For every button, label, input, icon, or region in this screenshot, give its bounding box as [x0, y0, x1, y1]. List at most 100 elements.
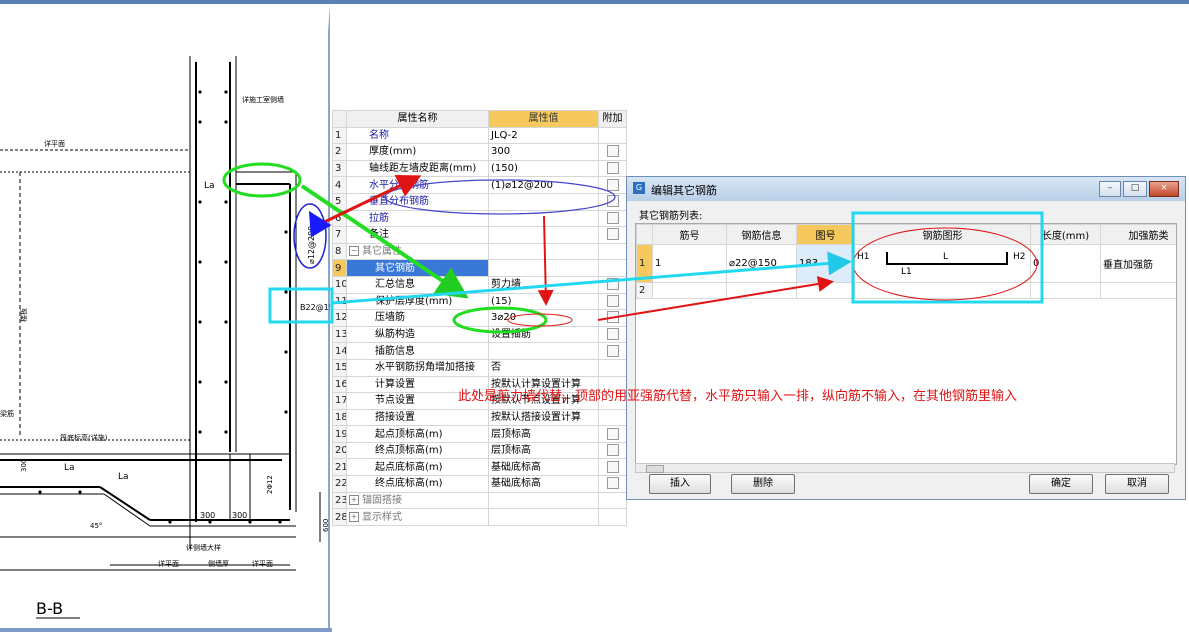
- property-extra-cell[interactable]: [598, 292, 627, 311]
- table-row[interactable]: 5 垂直分布钢筋: [332, 192, 627, 211]
- close-icon[interactable]: ×: [1149, 181, 1179, 197]
- property-value-cell[interactable]: 按默认搭接设置计算: [488, 408, 599, 427]
- table-row[interactable]: 2 厚度(mm) 300: [332, 143, 627, 161]
- checkbox[interactable]: [606, 344, 619, 357]
- delete-button[interactable]: 删除: [731, 474, 795, 494]
- cell-bar-shape[interactable]: [854, 282, 1031, 299]
- table-row[interactable]: 28 + 显示样式: [332, 508, 627, 526]
- checkbox[interactable]: [606, 311, 619, 324]
- table-row[interactable]: 14 插筋信息: [332, 342, 627, 360]
- expand-icon[interactable]: +: [349, 511, 359, 522]
- property-extra-cell[interactable]: [598, 491, 627, 510]
- property-extra-cell[interactable]: [598, 209, 627, 228]
- ok-button[interactable]: 确定: [1029, 474, 1093, 494]
- table-row[interactable]: 2: [636, 282, 1176, 299]
- cad-drawing-panel[interactable]: 详施工室侧墙 详平面 La B22@150 ⌀12@200 楼板 梁筋 筏底标高…: [0, 4, 330, 628]
- cell-bar-shape[interactable]: H1 L L1 H2: [854, 244, 1031, 283]
- property-extra-cell[interactable]: [598, 126, 627, 145]
- table-row[interactable]: 9 其它钢筋: [332, 259, 627, 277]
- property-value-cell[interactable]: 设置插筋: [488, 325, 599, 344]
- property-name-cell[interactable]: 其它钢筋: [346, 259, 489, 277]
- col-bar-no[interactable]: 筋号: [652, 224, 727, 245]
- table-row[interactable]: 3 轴线距左墙皮距离(mm) (150): [332, 159, 627, 178]
- property-value-cell[interactable]: 层顶标高: [488, 425, 599, 443]
- property-name-cell[interactable]: 垂直分布钢筋: [346, 192, 489, 211]
- property-name-cell[interactable]: 插筋信息: [346, 342, 489, 360]
- property-value-cell[interactable]: [488, 209, 599, 228]
- property-value-cell[interactable]: 基础底标高: [488, 458, 599, 477]
- cell-bar-no[interactable]: [652, 282, 727, 299]
- property-name-cell[interactable]: 起点底标高(m): [346, 458, 489, 477]
- checkbox[interactable]: [606, 278, 619, 291]
- property-name-cell[interactable]: + 显示样式: [346, 508, 489, 526]
- property-extra-cell[interactable]: [598, 358, 627, 377]
- property-name-cell[interactable]: 拉筋: [346, 209, 489, 228]
- table-row[interactable]: 4 水平分布钢筋 (1)⌀12@200: [332, 176, 627, 194]
- table-row[interactable]: 10 汇总信息 剪力墙: [332, 275, 627, 294]
- property-value-cell[interactable]: 剪力墙: [488, 275, 599, 294]
- cell-length[interactable]: [1030, 282, 1101, 299]
- property-value-cell[interactable]: [488, 491, 599, 510]
- cell-length[interactable]: 0: [1030, 244, 1101, 283]
- table-row[interactable]: 18 搭接设置 按默认搭接设置计算: [332, 408, 627, 427]
- property-extra-cell[interactable]: [598, 425, 627, 443]
- cell-fig-no[interactable]: 183: [796, 244, 855, 283]
- property-extra-cell[interactable]: [598, 475, 627, 493]
- property-extra-cell[interactable]: [598, 441, 627, 460]
- col-fig-no[interactable]: 图号: [796, 224, 855, 245]
- property-extra-cell[interactable]: [598, 143, 627, 161]
- property-extra-cell[interactable]: [598, 309, 627, 327]
- property-extra-cell[interactable]: [598, 325, 627, 344]
- property-name-cell[interactable]: 纵筋构造: [346, 325, 489, 344]
- insert-button[interactable]: 插入: [649, 474, 711, 494]
- table-row[interactable]: 8− 其它属性: [332, 242, 627, 261]
- property-value-cell[interactable]: 层顶标高: [488, 441, 599, 460]
- table-row[interactable]: 7 备注: [332, 226, 627, 244]
- checkbox[interactable]: [606, 211, 619, 224]
- cell-bar-info[interactable]: [726, 282, 797, 299]
- property-name-cell[interactable]: − 其它属性: [346, 242, 489, 261]
- horizontal-scrollbar[interactable]: [635, 463, 1175, 473]
- table-row[interactable]: 6 拉筋: [332, 209, 627, 228]
- property-extra-cell[interactable]: [598, 508, 627, 526]
- property-name-cell[interactable]: 汇总信息: [346, 275, 489, 294]
- table-row[interactable]: 15 水平钢筋拐角增加搭接否: [332, 358, 627, 377]
- property-extra-cell[interactable]: [598, 342, 627, 360]
- table-row[interactable]: 11 保护层厚度(mm) (15): [332, 292, 627, 311]
- cancel-button[interactable]: 取消: [1105, 474, 1169, 494]
- property-extra-cell[interactable]: [598, 458, 627, 477]
- col-bar-info[interactable]: 钢筋信息: [726, 224, 797, 245]
- checkbox[interactable]: [606, 178, 619, 191]
- property-name-cell[interactable]: 备注: [346, 226, 489, 244]
- property-name-cell[interactable]: 厚度(mm): [346, 143, 489, 161]
- property-value-cell[interactable]: [488, 226, 599, 244]
- checkbox[interactable]: [606, 477, 619, 490]
- table-row[interactable]: 1 名称 JLQ-2: [332, 126, 627, 145]
- property-extra-cell[interactable]: [598, 159, 627, 178]
- property-name-cell[interactable]: 压墙筋: [346, 309, 489, 327]
- checkbox[interactable]: [606, 427, 619, 440]
- cell-reinforce-type[interactable]: [1100, 282, 1176, 299]
- property-extra-cell[interactable]: [598, 242, 627, 261]
- expand-icon[interactable]: +: [349, 494, 359, 505]
- property-extra-cell[interactable]: [598, 192, 627, 211]
- checkbox[interactable]: [606, 162, 619, 175]
- property-extra-header[interactable]: 附加: [598, 110, 627, 128]
- table-row[interactable]: 12 压墙筋 3⌀20: [332, 309, 627, 327]
- property-name-cell[interactable]: 终点底标高(m): [346, 475, 489, 493]
- property-value-cell[interactable]: [488, 192, 599, 211]
- property-value-cell[interactable]: (1)⌀12@200: [488, 176, 599, 194]
- checkbox[interactable]: [606, 195, 619, 208]
- property-value-cell[interactable]: [488, 508, 599, 526]
- checkbox[interactable]: [606, 328, 619, 341]
- cell-bar-no[interactable]: 1: [652, 244, 727, 283]
- table-row[interactable]: 23 + 锚固搭接: [332, 491, 627, 510]
- table-row[interactable]: 22 终点底标高(m) 基础底标高: [332, 475, 627, 493]
- maximize-icon[interactable]: □: [1123, 181, 1147, 197]
- property-value-cell[interactable]: [488, 259, 599, 277]
- property-name-cell[interactable]: 保护层厚度(mm): [346, 292, 489, 311]
- checkbox[interactable]: [606, 228, 619, 241]
- property-name-cell[interactable]: 轴线距左墙皮距离(mm): [346, 159, 489, 178]
- property-extra-cell[interactable]: [598, 275, 627, 294]
- property-extra-cell[interactable]: [598, 408, 627, 427]
